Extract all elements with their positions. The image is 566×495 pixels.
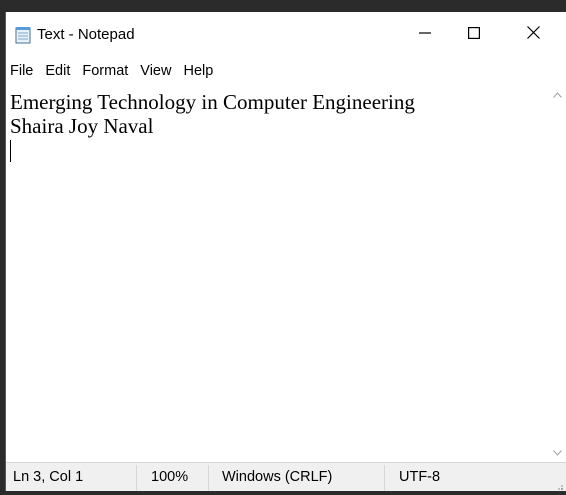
menu-bar: File Edit Format View Help bbox=[6, 57, 566, 85]
menu-help[interactable]: Help bbox=[177, 59, 219, 83]
scroll-down-button[interactable] bbox=[549, 443, 566, 460]
window-title: Text - Notepad bbox=[37, 26, 135, 43]
close-button[interactable] bbox=[510, 12, 556, 57]
chevron-up-icon bbox=[553, 85, 562, 103]
minimize-button[interactable] bbox=[402, 12, 448, 57]
editor-line-2: Shaira Joy Naval bbox=[10, 114, 154, 138]
status-zoom: 100% bbox=[151, 469, 189, 485]
menu-file[interactable]: File bbox=[6, 59, 39, 83]
editor-line-1: Emerging Technology in Computer Engineer… bbox=[10, 90, 415, 114]
maximize-icon bbox=[468, 26, 481, 44]
menu-format[interactable]: Format bbox=[76, 59, 134, 83]
close-icon bbox=[526, 25, 540, 44]
minimize-icon bbox=[419, 26, 431, 44]
status-divider bbox=[136, 465, 137, 491]
status-divider bbox=[384, 465, 385, 491]
notepad-icon bbox=[14, 26, 32, 44]
menu-view[interactable]: View bbox=[134, 59, 177, 83]
title-bar[interactable]: Text - Notepad bbox=[6, 12, 566, 57]
vertical-scrollbar[interactable] bbox=[549, 85, 566, 462]
resize-grip-icon[interactable] bbox=[554, 479, 564, 490]
status-divider bbox=[208, 465, 209, 491]
status-bar: Ln 3, Col 1 100% Windows (CRLF) UTF-8 bbox=[6, 462, 566, 491]
status-encoding: UTF-8 bbox=[399, 469, 441, 485]
notepad-window: Text - Notepad File Edit Format View Hel… bbox=[5, 12, 566, 491]
text-caret bbox=[10, 140, 11, 162]
menu-edit[interactable]: Edit bbox=[39, 59, 76, 83]
chevron-down-icon bbox=[553, 443, 562, 461]
scroll-up-button[interactable] bbox=[549, 85, 566, 102]
text-editor[interactable]: Emerging Technology in Computer Engineer… bbox=[6, 85, 549, 462]
status-cursor-position: Ln 3, Col 1 bbox=[13, 469, 84, 485]
editor-content[interactable]: Emerging Technology in Computer Engineer… bbox=[10, 90, 415, 138]
maximize-button[interactable] bbox=[451, 12, 497, 57]
status-line-ending: Windows (CRLF) bbox=[222, 469, 333, 485]
